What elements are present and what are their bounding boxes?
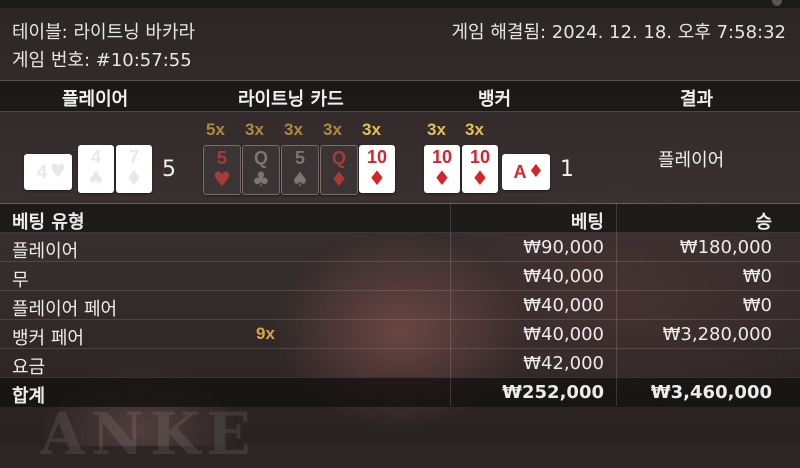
table-name: 테이블: 라이트닝 바카라 — [12, 22, 196, 43]
banker-card: 10 ♦ — [462, 145, 498, 193]
column-divider — [616, 203, 617, 406]
card-rank: 10 — [431, 147, 453, 167]
total-win: ₩3,460,000 — [650, 382, 772, 403]
column-divider — [450, 203, 451, 406]
banker-card-multiplier: 3x — [465, 120, 484, 139]
diamond-icon: ♦ — [330, 167, 348, 191]
card-rank: 10 — [366, 147, 388, 167]
heart-icon: ♥ — [49, 161, 67, 182]
card-rank: 10 — [469, 147, 491, 167]
diamond-icon: ♦ — [368, 166, 386, 190]
win-amount: ₩0 — [742, 266, 772, 287]
lightning-multiplier: 3x — [284, 120, 303, 139]
heart-icon: ♥ — [213, 167, 231, 191]
lightning-card: 10 ♦ — [359, 145, 395, 193]
spade-icon: ♠ — [291, 167, 309, 191]
lightning-multiplier: 3x — [362, 120, 381, 139]
player-card: 7 ♦ — [116, 145, 152, 193]
lightning-card: 5 ♠ — [281, 145, 319, 195]
total-label: 합계 — [12, 386, 46, 407]
win-amount: ₩0 — [742, 295, 772, 316]
banker-score: 1 — [560, 157, 574, 182]
round-result: 플레이어 — [658, 150, 725, 171]
banker-card-multiplier: 3x — [427, 120, 446, 139]
diamond-icon: ♦ — [471, 166, 489, 190]
diamond-icon: ♦ — [527, 161, 545, 182]
bet-amount-header: 베팅 — [570, 212, 604, 233]
player-header: 플레이어 — [62, 89, 129, 110]
table-row: 무 ₩40,000 ₩0 — [0, 261, 800, 291]
bets-header-row: 베팅 유형 베팅 승 — [0, 203, 800, 233]
club-icon: ♣ — [252, 167, 270, 191]
player-card: 4 ♥ — [24, 154, 72, 190]
card-rank: Q — [253, 148, 268, 168]
banker-card: A ♦ — [502, 154, 550, 190]
bet-amount: ₩40,000 — [523, 324, 604, 345]
bet-amount: ₩40,000 — [523, 295, 604, 316]
bet-type: 플레이어 페어 — [12, 299, 118, 320]
table-row: 뱅커 페어 9x ₩40,000 ₩3,280,000 — [0, 319, 800, 349]
card-rank: Q — [331, 148, 346, 168]
bet-amount: ₩90,000 — [523, 237, 604, 258]
bet-type-header: 베팅 유형 — [12, 212, 85, 233]
table-row: 플레이어 ₩90,000 ₩180,000 — [0, 232, 800, 262]
resolved-time: 게임 해결됨: 2024. 12. 18. 오후 7:58:32 — [451, 22, 787, 43]
card-rank: 5 — [294, 148, 305, 168]
banker-header: 뱅커 — [478, 89, 512, 110]
table-row: 플레이어 페어 ₩40,000 ₩0 — [0, 290, 800, 320]
table-watermark: ANKE — [40, 400, 257, 468]
player-score: 5 — [162, 157, 176, 182]
card-rank: 4 — [90, 147, 101, 167]
menu-icon[interactable] — [772, 0, 782, 6]
diamond-icon: ♦ — [125, 166, 143, 190]
top-strip — [0, 0, 800, 8]
bet-type: 플레이어 — [12, 241, 79, 262]
round-header: 플레이어 라이트닝 카드 뱅커 결과 — [0, 80, 800, 112]
pair-multiplier: 9x — [256, 324, 275, 343]
lightning-card: Q ♣ — [242, 145, 280, 195]
total-row: 합계 ₩252,000 ₩3,460,000 — [0, 377, 800, 407]
card-rank: 5 — [216, 148, 227, 168]
lightning-card: Q ♦ — [320, 145, 358, 195]
total-bet: ₩252,000 — [502, 382, 604, 403]
lightning-header: 라이트닝 카드 — [238, 89, 344, 110]
bet-amount: ₩42,000 — [523, 353, 604, 374]
game-id: 게임 번호: #10:57:55 — [12, 50, 192, 71]
bet-type: 무 — [12, 270, 29, 291]
banker-card: 10 ♦ — [424, 145, 460, 193]
win-amount: ₩3,280,000 — [662, 324, 772, 345]
diamond-icon: ♦ — [433, 166, 451, 190]
result-header: 결과 — [680, 89, 714, 110]
bet-amount: ₩40,000 — [523, 266, 604, 287]
lightning-multiplier: 5x — [206, 120, 225, 139]
bet-type: 뱅커 페어 — [12, 328, 84, 349]
win-amount: ₩180,000 — [679, 237, 772, 258]
table-row: 요금 ₩42,000 — [0, 348, 800, 378]
player-card: 4 ♠ — [78, 145, 114, 193]
win-amount-header: 승 — [755, 212, 772, 233]
lightning-multiplier: 3x — [323, 120, 342, 139]
lightning-multiplier: 3x — [245, 120, 264, 139]
card-rank: 7 — [128, 147, 139, 167]
lightning-card: 5 ♥ — [203, 145, 241, 195]
bet-type: 요금 — [12, 357, 46, 378]
spade-icon: ♠ — [87, 166, 105, 190]
